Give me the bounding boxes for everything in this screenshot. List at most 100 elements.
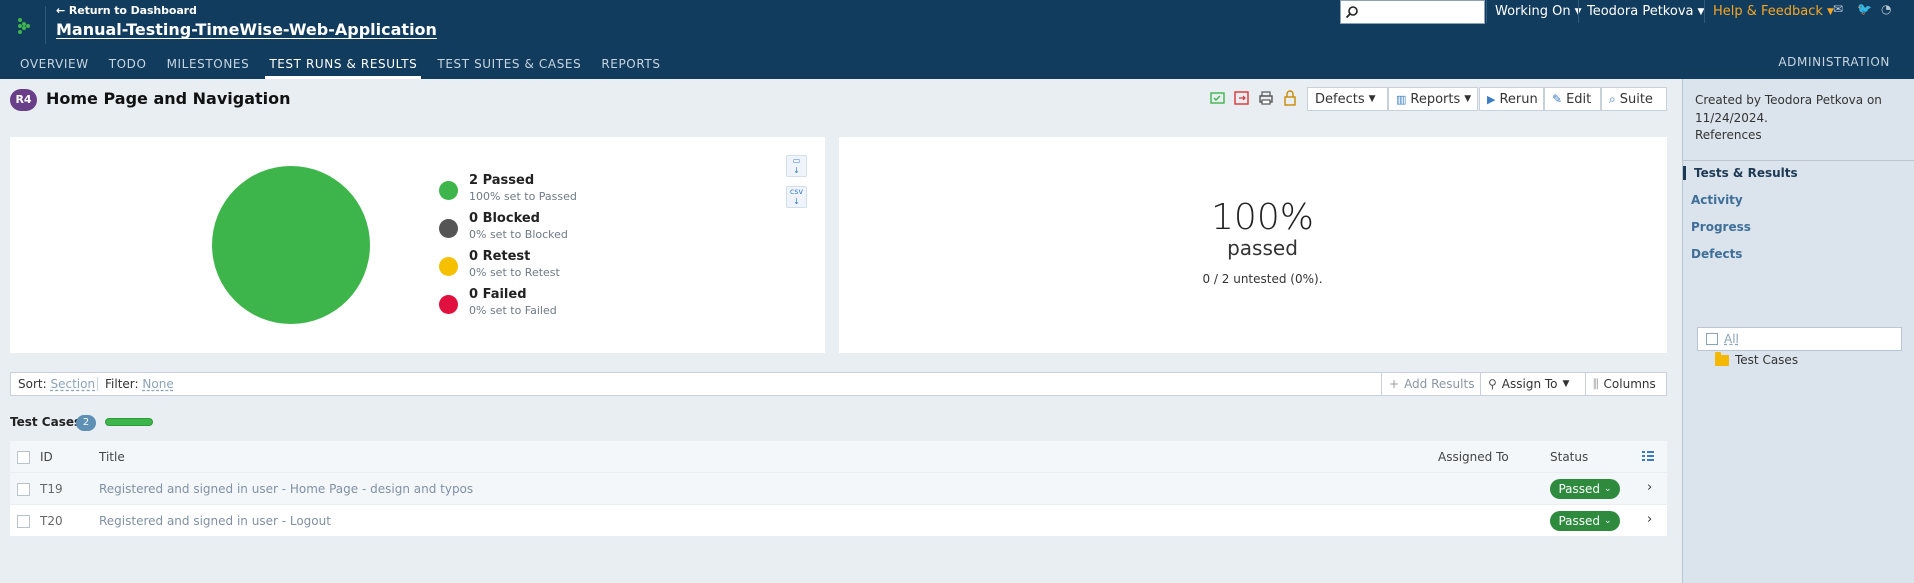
folder-icon — [1715, 351, 1729, 366]
filter-control[interactable]: Filter: None — [105, 377, 174, 391]
status-label: Passed — [1558, 482, 1600, 496]
chevron-down-icon: ▼ — [1368, 94, 1376, 104]
tab-test-suites-cases[interactable]: TEST SUITES & CASES — [427, 55, 591, 79]
table-row[interactable]: T20 Registered and signed in user - Logo… — [10, 505, 1667, 536]
return-to-dashboard-link[interactable]: ← Return to Dashboard — [56, 4, 197, 17]
page-title: Home Page and Navigation — [46, 89, 291, 108]
working-on-menu[interactable]: Working On ▼ — [1486, 0, 1590, 23]
top-icons: ✉ 🐦 ◔ — [1833, 3, 1895, 15]
sidebar-item-activity[interactable]: Activity — [1691, 193, 1743, 207]
legend-dot — [439, 257, 458, 276]
legend-label: 0 Blocked — [469, 211, 540, 226]
chevron-right-icon[interactable]: › — [1647, 512, 1652, 527]
help-feedback-menu[interactable]: Help & Feedback ▼ — [1704, 0, 1842, 23]
sort-value[interactable]: Section — [50, 377, 95, 391]
column-header-status[interactable]: Status — [1550, 450, 1588, 464]
export-icon[interactable] — [1234, 90, 1250, 106]
testrail-logo-icon[interactable] — [17, 17, 31, 35]
working-on-label: Working On — [1495, 4, 1571, 19]
tab-test-runs-results[interactable]: TEST RUNS & RESULTS — [259, 55, 427, 79]
divider — [97, 377, 98, 391]
rss-icon[interactable]: ◔ — [1881, 3, 1895, 15]
chevron-right-icon[interactable]: › — [1647, 480, 1652, 495]
select-all-checkbox[interactable] — [17, 451, 30, 464]
twitter-icon[interactable]: 🐦 — [1857, 3, 1872, 15]
search-input[interactable] — [1340, 0, 1485, 24]
reports-icon: ▥ — [1396, 92, 1407, 106]
test-title-link[interactable]: Registered and signed in user - Home Pag… — [99, 482, 473, 496]
tab-reports[interactable]: REPORTS — [591, 55, 670, 79]
sidebar-item-tests-results[interactable]: Tests & Results — [1683, 166, 1798, 180]
play-icon: ▶ — [1487, 92, 1496, 106]
test-cases-count-badge: 2 — [76, 415, 96, 431]
suite-label: Suite — [1619, 91, 1653, 107]
download-csv-icon[interactable]: csv ↓ — [786, 186, 807, 208]
status-label: Passed — [1558, 514, 1600, 528]
status-dropdown[interactable]: Passed ⌄ — [1550, 511, 1620, 531]
user-menu[interactable]: Teodora Petkova ▼ — [1578, 0, 1712, 23]
legend-dot — [439, 219, 458, 238]
filter-icon — [1706, 333, 1718, 345]
section-tree-item[interactable]: Test Cases — [1715, 351, 1799, 367]
administration-link[interactable]: ADMINISTRATION — [1778, 55, 1890, 69]
section-filter-value[interactable]: All — [1724, 332, 1739, 346]
sort-control[interactable]: Sort: Section — [18, 377, 95, 391]
legend-dot — [439, 295, 458, 314]
edit-label: Edit — [1566, 91, 1592, 107]
sidebar-item-progress[interactable]: Progress — [1691, 220, 1751, 234]
suite-button[interactable]: ⌕ Suite — [1601, 87, 1667, 111]
legend-sub: 100% set to Passed — [469, 190, 577, 203]
filter-value[interactable]: None — [142, 377, 173, 391]
chevron-down-icon: ⌄ — [1604, 484, 1612, 494]
project-name-link[interactable]: Manual-Testing-TimeWise-Web-Application — [56, 20, 437, 39]
add-results-button[interactable]: + Add Results — [1381, 373, 1481, 395]
references-label: References — [1695, 128, 1762, 142]
legend-label: 2 Passed — [469, 173, 535, 188]
help-label: Help & Feedback — [1713, 4, 1823, 19]
test-id: T19 — [40, 482, 63, 496]
mail-icon[interactable]: ✉ — [1833, 3, 1847, 15]
rerun-button[interactable]: ▶ Rerun — [1479, 87, 1544, 111]
column-header-title[interactable]: Title — [99, 450, 125, 464]
assign-to-label: Assign To — [1501, 377, 1558, 391]
status-dropdown[interactable]: Passed ⌄ — [1550, 479, 1620, 499]
pass-percentage: 100% — [1211, 197, 1314, 238]
section-filter-input[interactable]: All — [1697, 327, 1902, 351]
divider — [1683, 160, 1914, 161]
subscribe-icon[interactable] — [1210, 90, 1226, 106]
pencil-icon: ✎ — [1552, 92, 1563, 106]
row-checkbox[interactable] — [17, 515, 30, 528]
run-badge: R4 — [10, 89, 37, 111]
created-by-text: Created by Teodora Petkova on 11/24/2024… — [1695, 93, 1882, 125]
suite-icon: ⌕ — [1609, 91, 1616, 106]
folder-label: Test Cases — [1735, 353, 1799, 367]
reports-dropdown[interactable]: ▥ Reports ▼ — [1388, 87, 1478, 111]
defects-dropdown[interactable]: Defects ▼ — [1307, 87, 1388, 111]
top-header: ← Return to Dashboard Manual-Testing-Tim… — [0, 0, 1914, 79]
defects-label: Defects — [1315, 91, 1365, 107]
tab-overview[interactable]: OVERVIEW — [0, 55, 99, 79]
lock-icon[interactable] — [1282, 90, 1298, 106]
sort-label: Sort: — [18, 377, 47, 391]
assign-to-dropdown[interactable]: ⚲ Assign To ▼ — [1480, 373, 1576, 395]
legend-label: 0 Retest — [469, 249, 531, 264]
columns-button[interactable]: ⫼ Columns — [1585, 373, 1663, 395]
test-title-link[interactable]: Registered and signed in user - Logout — [99, 514, 331, 528]
row-checkbox[interactable] — [17, 483, 30, 496]
edit-button[interactable]: ✎ Edit — [1544, 87, 1601, 111]
column-settings-icon[interactable] — [1642, 451, 1654, 461]
sidebar-item-defects[interactable]: Defects — [1691, 247, 1742, 261]
rerun-label: Rerun — [1499, 91, 1538, 107]
download-image-icon[interactable]: ▭ ↓ — [786, 155, 807, 177]
column-header-id[interactable]: ID — [40, 450, 53, 464]
table-row[interactable]: T19 Registered and signed in user - Home… — [10, 473, 1667, 504]
filter-label: Filter: — [105, 377, 139, 391]
legend-sub: 0% set to Blocked — [469, 228, 568, 241]
legend-sub: 0% set to Failed — [469, 304, 557, 317]
tab-milestones[interactable]: MILESTONES — [157, 55, 260, 79]
column-header-assigned-to[interactable]: Assigned To — [1438, 450, 1509, 464]
test-cases-heading: Test Cases — [10, 415, 82, 429]
tab-todo[interactable]: TODO — [99, 55, 157, 79]
print-icon[interactable] — [1258, 90, 1274, 106]
search-icon — [1345, 6, 1358, 19]
